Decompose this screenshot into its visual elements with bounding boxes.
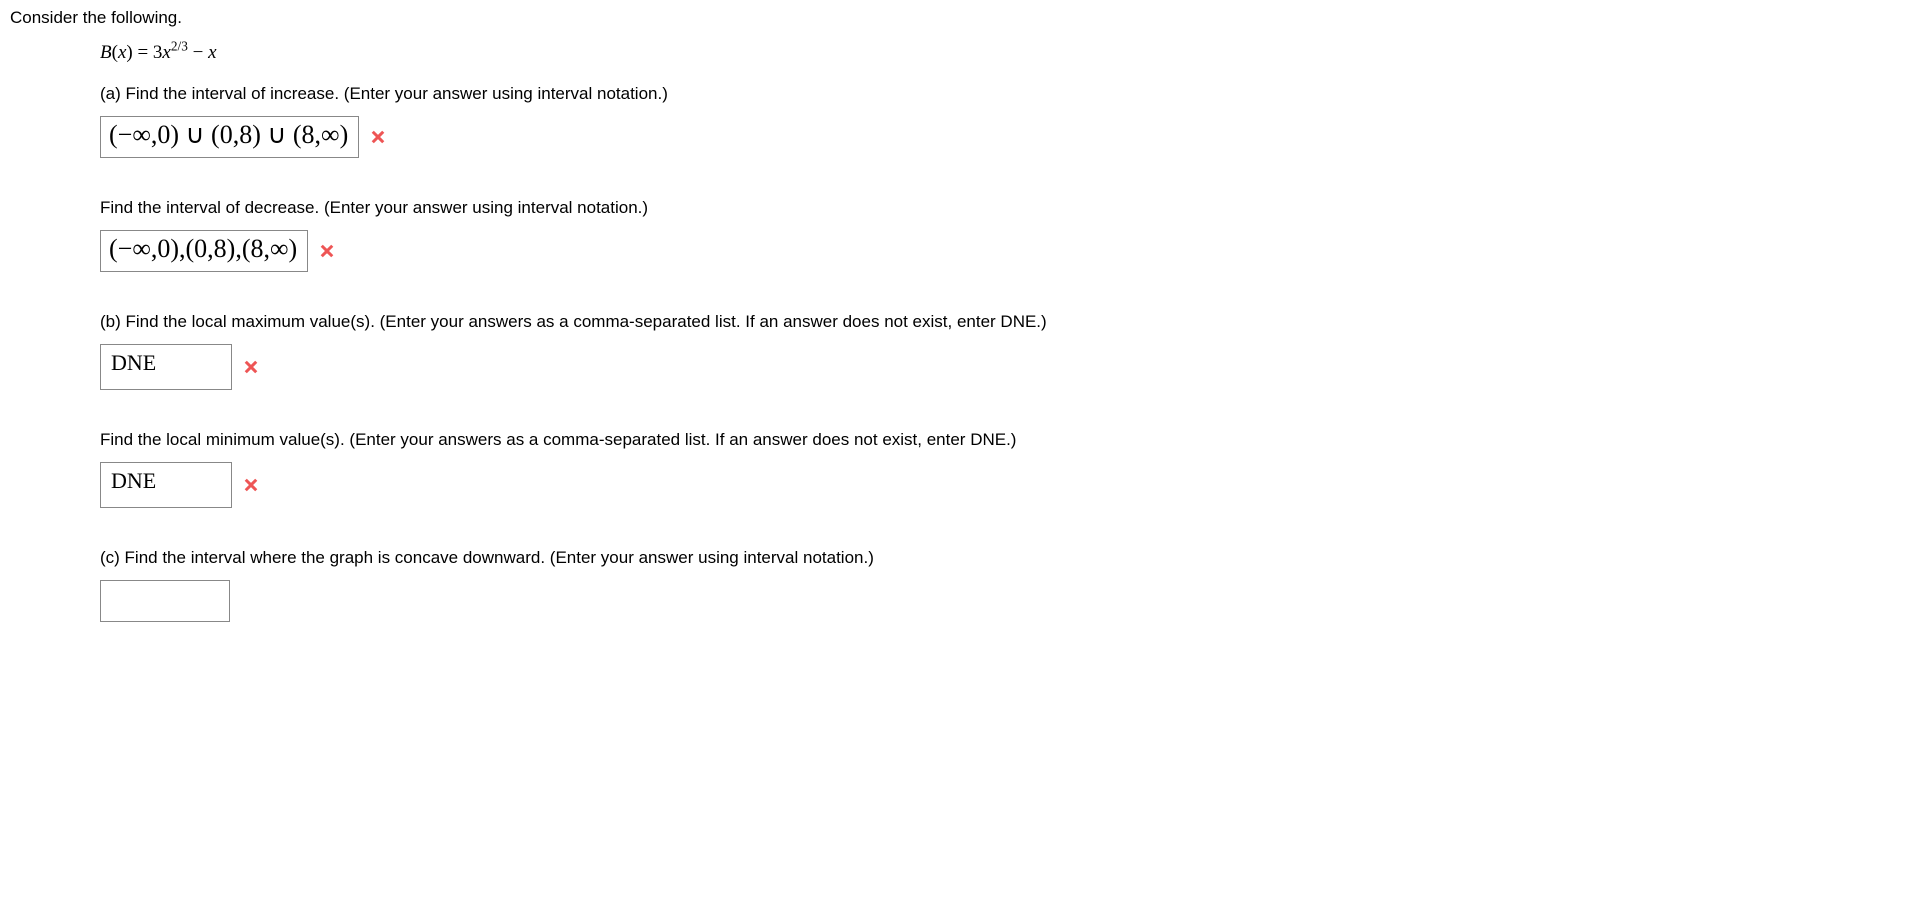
answer-b-max-input[interactable]: DNE <box>100 344 232 390</box>
incorrect-icon <box>318 242 336 260</box>
incorrect-icon <box>369 128 387 146</box>
question-c: (c) Find the interval where the graph is… <box>100 548 1906 568</box>
answer-a-increase-input[interactable]: (−∞,0) ∪ (0,8) ∪ (8,∞) <box>100 116 359 158</box>
question-a-increase: (a) Find the interval of increase. (Ente… <box>100 84 1906 104</box>
incorrect-icon <box>242 358 260 376</box>
question-b-max: (b) Find the local maximum value(s). (En… <box>100 312 1906 332</box>
intro-text: Consider the following. <box>10 8 1906 28</box>
incorrect-icon <box>242 476 260 494</box>
question-a-decrease: Find the interval of decrease. (Enter yo… <box>100 198 1906 218</box>
answer-c-input[interactable] <box>100 580 230 622</box>
function-formula: B(x) = 3x2/3 − x <box>100 42 1906 64</box>
answer-a-decrease-input[interactable]: (−∞,0),(0,8),(8,∞) <box>100 230 308 272</box>
question-b-min: Find the local minimum value(s). (Enter … <box>100 430 1906 450</box>
answer-b-min-input[interactable]: DNE <box>100 462 232 508</box>
